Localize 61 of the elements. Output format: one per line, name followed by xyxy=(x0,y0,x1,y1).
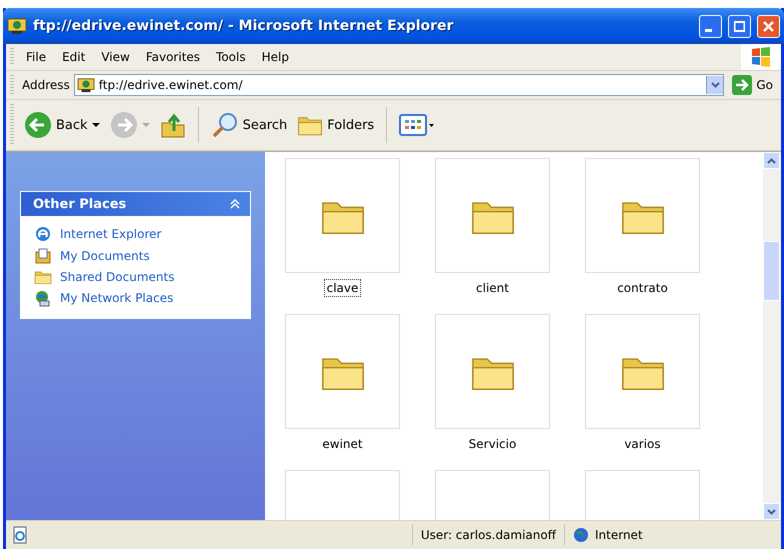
maximize-button[interactable] xyxy=(728,14,751,38)
folder-name: varios xyxy=(623,436,662,453)
menu-item[interactable]: Edit xyxy=(54,48,94,66)
folder-name: ewinet xyxy=(321,436,364,453)
menu-item[interactable]: Favorites xyxy=(138,48,208,66)
place-link[interactable]: My Network Places xyxy=(34,289,239,307)
folders-button[interactable]: Folders xyxy=(293,111,378,139)
place-link[interactable]: My Documents xyxy=(34,247,239,265)
collapse-chevron-icon[interactable] xyxy=(230,199,240,209)
caret-icon xyxy=(142,122,150,128)
minimize-icon xyxy=(705,28,712,32)
scroll-down-button[interactable] xyxy=(763,503,780,520)
window-title: ftp://edrive.ewinet.com/ - Microsoft Internet Explorer xyxy=(33,18,454,34)
close-icon xyxy=(763,20,774,32)
folder-name: Servicio xyxy=(468,436,518,453)
views-grid-icon xyxy=(399,113,436,137)
close-button[interactable] xyxy=(757,14,780,38)
menu-item[interactable]: Tools xyxy=(208,48,254,66)
folder-tile[interactable] xyxy=(285,314,400,429)
caret-icon xyxy=(92,122,100,128)
minimize-button[interactable] xyxy=(699,14,722,38)
place-link[interactable]: Internet Explorer xyxy=(34,225,239,243)
page-icon xyxy=(12,526,28,544)
documents-icon xyxy=(34,247,52,265)
back-button[interactable]: Back xyxy=(20,109,104,141)
menu-item[interactable]: View xyxy=(93,48,138,66)
folder-tile[interactable] xyxy=(585,158,700,273)
globe-icon xyxy=(573,527,589,543)
panel-header[interactable]: Other Places xyxy=(21,192,250,216)
folder-name: client xyxy=(475,280,510,297)
menu-item[interactable]: Help xyxy=(254,48,297,66)
folder-name: contrato xyxy=(616,280,669,297)
ftp-folder-icon xyxy=(7,17,27,35)
address-label: Address xyxy=(22,78,70,92)
chevron-down-icon xyxy=(710,82,720,88)
user-status: User: carlos.damianoff xyxy=(412,524,564,546)
scrollbar-thumb[interactable] xyxy=(763,241,780,301)
place-link[interactable]: Shared Documents xyxy=(34,269,239,285)
menu-item[interactable]: File xyxy=(18,48,54,66)
folder-tile[interactable] xyxy=(285,158,400,273)
address-field[interactable]: ftp://edrive.ewinet.com/ xyxy=(74,74,724,96)
folder-up-icon xyxy=(160,111,186,139)
arrow-right-icon xyxy=(732,75,752,95)
search-button[interactable]: Search xyxy=(206,109,292,141)
zone-status: Internet xyxy=(595,528,643,542)
chevron-up-icon xyxy=(767,158,776,164)
dropdown-button[interactable] xyxy=(706,76,724,94)
go-button[interactable]: Go xyxy=(728,75,777,95)
chevron-down-icon xyxy=(767,508,776,514)
folder-tile[interactable] xyxy=(435,158,550,273)
maximize-icon xyxy=(734,20,745,32)
panel-title: Other Places xyxy=(33,196,126,212)
network-icon xyxy=(34,289,52,307)
folder-icon xyxy=(34,269,52,285)
windows-logo-icon xyxy=(750,46,772,68)
search-icon xyxy=(210,111,239,139)
folder-name: clave xyxy=(324,279,362,297)
folder-tile[interactable] xyxy=(585,314,700,429)
scroll-up-button[interactable] xyxy=(763,152,780,169)
ftp-folder-icon xyxy=(76,77,95,93)
folder-tile[interactable] xyxy=(435,314,550,429)
